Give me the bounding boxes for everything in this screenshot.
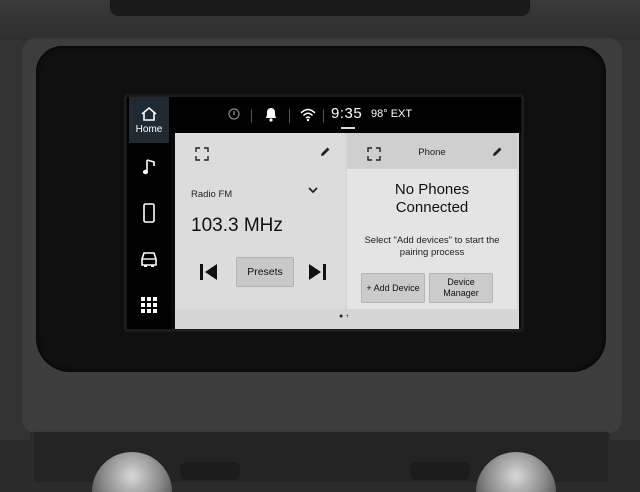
wifi-icon[interactable]: [299, 105, 317, 123]
radio-source-label: Radio FM: [191, 189, 233, 200]
phone-card[interactable]: Phone No Phones Connected Select "Add de…: [347, 133, 517, 309]
seek-next-icon[interactable]: [307, 263, 327, 281]
page-dot: +: [345, 313, 352, 320]
alert-icon[interactable]: [227, 105, 241, 123]
sidebar-item-apps[interactable]: [129, 283, 169, 327]
edit-pencil-icon[interactable]: [491, 146, 503, 158]
bell-icon[interactable]: [263, 105, 279, 123]
phone-icon: [143, 203, 155, 223]
no-phones-line-1: No Phones: [394, 181, 470, 198]
device-manager-button[interactable]: Device Manager: [429, 273, 493, 303]
dashboard-vent-slot: [110, 0, 530, 16]
sidebar-item-media[interactable]: [129, 145, 169, 189]
no-phones-heading: No Phones Connected: [347, 181, 517, 217]
radio-card-header: [175, 133, 345, 169]
edit-pencil-icon[interactable]: [319, 146, 331, 158]
sidebar-item-home[interactable]: Home: [129, 97, 169, 143]
notification-pull-tab[interactable]: [341, 127, 355, 129]
vehicle-icon: [141, 252, 157, 267]
sidebar: Home: [127, 97, 171, 329]
pairing-instructions: Select "Add devices" to start the pairin…: [364, 235, 500, 258]
radio-card[interactable]: Radio FM 103.3 MHz Presets: [175, 133, 345, 309]
expand-icon[interactable]: [195, 147, 209, 161]
clock: 9:35: [331, 105, 363, 122]
sidebar-item-label: Home: [135, 123, 163, 135]
device-manager-line-1: Device: [447, 277, 475, 287]
outside-temperature: 98° EXT: [371, 108, 413, 120]
no-phones-line-2: Connected: [395, 199, 469, 216]
status-divider: [289, 109, 290, 123]
home-icon: [141, 106, 157, 121]
chevron-down-icon[interactable]: [307, 185, 319, 195]
status-divider: [251, 109, 252, 123]
status-bar: 9:35 98° EXT: [171, 97, 521, 133]
radio-frequency: 103.3 MHz: [191, 215, 283, 236]
infotainment-screen: Home 9:35 98° EXT Radio FM 103.3 MHz Pre…: [124, 94, 524, 332]
sidebar-item-vehicle[interactable]: [129, 237, 169, 281]
page-indicator[interactable]: ●+: [339, 313, 351, 320]
hardware-button[interactable]: [180, 462, 240, 480]
home-content: Radio FM 103.3 MHz Presets Phone No Phon…: [175, 133, 519, 329]
sidebar-item-phone[interactable]: [129, 191, 169, 235]
add-device-button[interactable]: + Add Device: [361, 273, 425, 303]
presets-button[interactable]: Presets: [236, 257, 294, 287]
music-icon: [142, 159, 155, 175]
seek-previous-icon[interactable]: [199, 263, 219, 281]
apps-grid-icon: [141, 297, 157, 313]
status-divider: [323, 109, 324, 123]
phone-card-header: Phone: [347, 133, 517, 169]
hardware-button[interactable]: [410, 462, 470, 480]
device-manager-line-2: Manager: [443, 288, 479, 298]
